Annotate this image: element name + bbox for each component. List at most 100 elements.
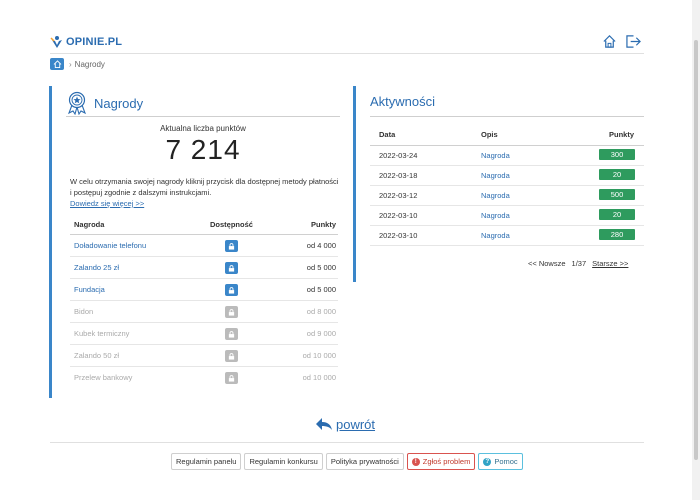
report-problem-label: Zgłoś problem <box>422 457 471 466</box>
header-divider <box>50 53 644 54</box>
activity-row: 2022-03-18 Nagroda 20 <box>370 166 644 186</box>
activity-date: 2022-03-18 <box>379 171 418 180</box>
col-header-date: Data <box>379 130 396 139</box>
panel-rules-button[interactable]: Regulamin panelu <box>171 453 242 470</box>
activity-row: 2022-03-24 Nagroda 300 <box>370 146 644 166</box>
activity-description[interactable]: Nagroda <box>481 171 510 180</box>
col-header-reward: Nagroda <box>74 220 105 229</box>
activity-points-badge: 300 <box>599 149 635 160</box>
locked-lock-icon <box>225 306 238 318</box>
locked-lock-icon <box>225 328 238 340</box>
scrollbar-thumb[interactable] <box>694 40 698 460</box>
reward-row: Zalando 25 zł od 5 000 <box>70 257 338 279</box>
activity-points-badge: 280 <box>599 229 635 240</box>
locked-lock-icon <box>225 350 238 362</box>
help-label: Pomoc <box>494 457 518 466</box>
activity-points-badge: 500 <box>599 189 635 200</box>
col-header-availability: Dostępność <box>210 220 253 229</box>
reward-points: od 5 000 <box>306 263 336 272</box>
col-header-description: Opis <box>481 130 498 139</box>
activity-description[interactable]: Nagroda <box>481 151 510 160</box>
reward-row: Zalando 50 zł od 10 000 <box>70 345 338 367</box>
breadcrumb: › Nagrody <box>50 58 105 70</box>
reward-name: Kubek termiczny <box>74 329 130 338</box>
logo-text: OPINIE.PL <box>66 36 123 48</box>
reward-points: od 8 000 <box>306 307 336 316</box>
rewards-title-divider <box>66 116 340 117</box>
activity-table-header: Data Opis Punkty <box>374 130 642 144</box>
reward-name: Bidon <box>74 307 94 316</box>
reward-points: od 10 000 <box>302 351 336 360</box>
help-button[interactable]: ? Pomoc <box>478 453 523 470</box>
report-problem-button[interactable]: ! Zgłoś problem <box>406 453 476 470</box>
reward-points: od 10 000 <box>302 373 336 382</box>
reward-row: Doładowanie telefonu od 4 000 <box>70 235 338 257</box>
activity-points-badge: 20 <box>599 169 635 180</box>
breadcrumb-current: Nagrody <box>74 59 105 69</box>
reward-points: od 9 000 <box>306 329 336 338</box>
activity-row: 2022-03-10 Nagroda 20 <box>370 206 644 226</box>
reward-row: Fundacja od 5 000 <box>70 279 338 301</box>
logout-icon[interactable] <box>625 34 642 51</box>
question-icon: ? <box>483 457 492 466</box>
points-value: 7 214 <box>165 134 241 165</box>
rewards-title: Nagrody <box>66 91 143 115</box>
unlocked-lock-icon[interactable] <box>225 262 238 274</box>
breadcrumb-home-icon[interactable] <box>50 58 64 70</box>
pager-newer-link[interactable]: << Nowsze <box>528 259 566 268</box>
activity-title-divider <box>370 116 644 117</box>
rewards-info-text: W celu otrzymania swojej nagrody kliknij… <box>70 177 339 197</box>
unlocked-lock-icon[interactable] <box>225 284 238 296</box>
activity-description[interactable]: Nagroda <box>481 191 510 200</box>
reward-name: Przelew bankowy <box>74 373 133 382</box>
breadcrumb-separator: › <box>69 59 72 69</box>
activity-title-text: Aktywności <box>370 94 436 109</box>
pager-older-link[interactable]: Starsze >> <box>592 259 628 268</box>
activity-description[interactable]: Nagroda <box>481 231 510 240</box>
footer: Regulamin panelu Regulamin konkursu Poli… <box>171 453 523 470</box>
top-header: OPINIE.PL <box>50 33 644 53</box>
activity-points-badge: 20 <box>599 209 635 220</box>
activity-date: 2022-03-24 <box>379 151 418 160</box>
reward-name[interactable]: Zalando 25 zł <box>74 263 119 272</box>
activity-pagination: << Nowsze 1/37 Starsze >> <box>528 259 628 268</box>
learn-more-link[interactable]: Dowiedz się więcej >> <box>70 199 144 208</box>
activity-date: 2022-03-10 <box>379 211 418 220</box>
col-header-activity-points: Punkty <box>608 130 634 139</box>
award-medal-icon <box>67 91 87 115</box>
rewards-title-text: Nagrody <box>94 95 144 111</box>
contest-rules-button[interactable]: Regulamin konkursu <box>244 453 323 470</box>
reward-name: Zalando 50 zł <box>74 351 120 360</box>
rewards-panel: Nagrody Aktualna liczba punktów 7 214 W … <box>49 86 340 398</box>
activity-description[interactable]: Nagroda <box>481 211 510 220</box>
activity-panel: Aktywności Data Opis Punkty 2022-03-24 N… <box>353 86 645 282</box>
activity-row: 2022-03-10 Nagroda 280 <box>370 226 644 246</box>
pager-page-indicator: 1/37 <box>571 259 587 268</box>
reward-row: Bidon od 8 000 <box>70 301 338 323</box>
activity-title: Aktywności <box>370 94 435 109</box>
exclamation-icon: ! <box>411 457 420 466</box>
reward-points: od 4 000 <box>306 241 336 250</box>
back-link[interactable]: powrót <box>314 416 375 432</box>
reward-name[interactable]: Doładowanie telefonu <box>74 241 146 250</box>
col-header-points: Punkty <box>310 220 336 229</box>
reward-row: Przelew bankowy od 10 000 <box>70 367 338 389</box>
activity-date: 2022-03-12 <box>379 191 418 200</box>
reward-points: od 5 000 <box>306 285 336 294</box>
reward-name[interactable]: Fundacja <box>74 285 105 294</box>
reward-row: Kubek termiczny od 9 000 <box>70 323 338 345</box>
page-scrollbar[interactable] <box>692 0 700 500</box>
logo-person-icon <box>50 36 62 48</box>
rewards-table-header: Nagroda Dostępność Punkty <box>70 220 338 234</box>
unlocked-lock-icon[interactable] <box>225 240 238 252</box>
back-link-text: powrót <box>336 416 376 432</box>
site-logo[interactable]: OPINIE.PL <box>50 35 122 49</box>
footer-divider <box>50 442 644 443</box>
activity-row: 2022-03-12 Nagroda 500 <box>370 186 644 206</box>
activity-date: 2022-03-10 <box>379 231 418 240</box>
back-arrow-icon <box>316 418 332 430</box>
locked-lock-icon <box>225 372 238 384</box>
home-icon[interactable] <box>602 34 617 51</box>
privacy-policy-button[interactable]: Polityka prywatności <box>325 453 404 470</box>
points-label: Aktualna liczba punktów <box>160 124 246 133</box>
